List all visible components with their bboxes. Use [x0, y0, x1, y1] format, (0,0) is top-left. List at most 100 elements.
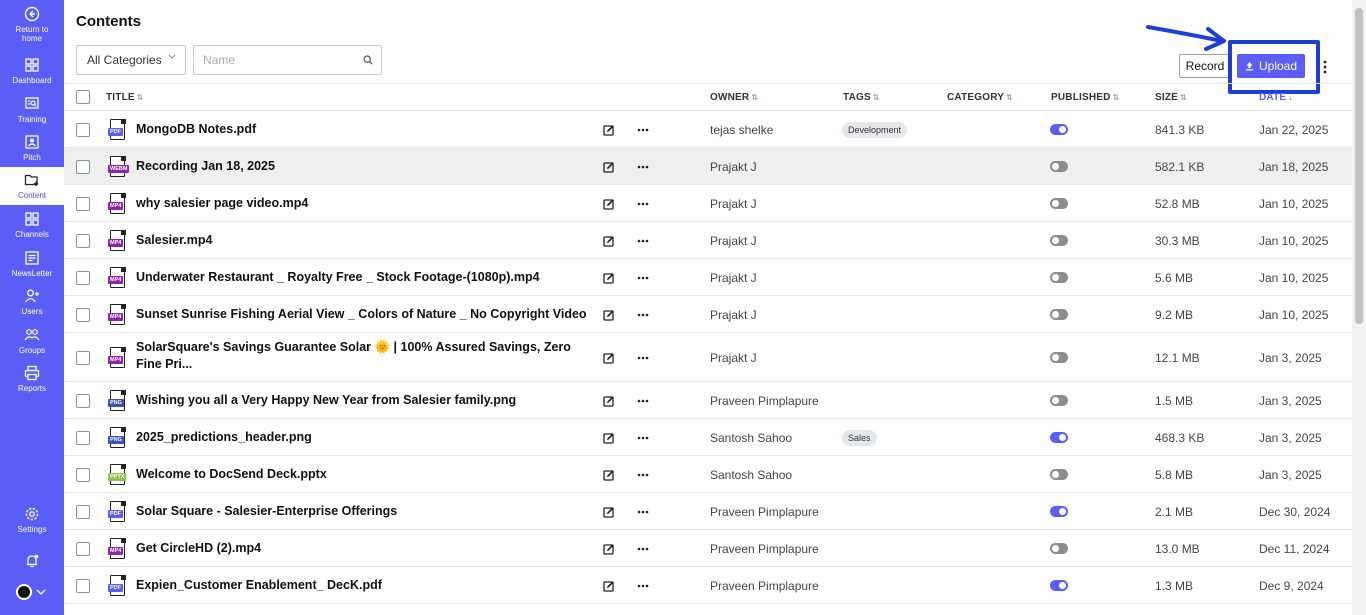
- row-checkbox[interactable]: [76, 393, 90, 408]
- edit-icon[interactable]: [603, 272, 615, 284]
- sidebar-item-dashboard[interactable]: Dashboard: [0, 56, 64, 94]
- file-title-link[interactable]: Salesier.mp4: [136, 232, 586, 249]
- edit-icon[interactable]: [603, 469, 615, 481]
- sidebar-item-reports[interactable]: Reports: [0, 364, 64, 402]
- published-toggle[interactable]: [1050, 506, 1068, 517]
- notifications-button[interactable]: [0, 552, 64, 572]
- sidebar-item-groups[interactable]: Groups: [0, 326, 64, 364]
- published-toggle[interactable]: [1050, 272, 1068, 283]
- sidebar-item-training[interactable]: Training: [0, 95, 64, 133]
- more-horizontal-icon[interactable]: [637, 399, 649, 403]
- file-title-link[interactable]: SolarSquare's Savings Guarantee Solar 🌞 …: [136, 339, 586, 373]
- edit-icon[interactable]: [603, 432, 615, 444]
- published-toggle[interactable]: [1050, 309, 1068, 320]
- column-title[interactable]: TITLE ⇅: [106, 92, 144, 103]
- file-title-link[interactable]: MongoDB Notes.pdf: [136, 121, 586, 138]
- sidebar-item-channels[interactable]: Channels: [0, 210, 64, 248]
- edit-icon[interactable]: [603, 198, 615, 210]
- sidebar-item-settings[interactable]: Settings: [0, 505, 64, 543]
- published-toggle[interactable]: [1050, 395, 1068, 406]
- file-title-link[interactable]: Recording Jan 18, 2025: [136, 158, 586, 175]
- sidebar-item-users[interactable]: Users: [0, 287, 64, 325]
- table-row[interactable]: MP4 Salesier.mp4 Prajakt J 30.3 MB Jan 10, 2…: [64, 222, 1352, 259]
- column-tags[interactable]: TAGS ⇅: [843, 92, 880, 103]
- column-size[interactable]: SIZE ⇅: [1155, 92, 1187, 103]
- file-title-link[interactable]: Get CircleHD (2).mp4: [136, 540, 586, 557]
- more-horizontal-icon[interactable]: [637, 436, 649, 440]
- more-horizontal-icon[interactable]: [637, 547, 649, 551]
- file-title-link[interactable]: Wishing you all a Very Happy New Year fr…: [136, 392, 586, 409]
- file-title-link[interactable]: 2025_predictions_header.png: [136, 429, 586, 446]
- upload-button[interactable]: Upload: [1237, 54, 1305, 78]
- sidebar-item-content[interactable]: Content: [0, 167, 64, 205]
- more-horizontal-icon[interactable]: [637, 165, 649, 169]
- scrollbar[interactable]: [1352, 0, 1366, 615]
- sidebar-item-pitch[interactable]: Pitch: [0, 133, 64, 171]
- edit-icon[interactable]: [603, 395, 615, 407]
- more-horizontal-icon[interactable]: [637, 128, 649, 132]
- search-input[interactable]: [194, 46, 354, 74]
- column-published[interactable]: PUBLISHED ⇅: [1051, 92, 1120, 103]
- sidebar-item-newsletter[interactable]: NewsLetter: [0, 249, 64, 287]
- row-checkbox[interactable]: [76, 159, 90, 174]
- scrollbar-thumb[interactable]: [1355, 8, 1363, 324]
- table-row[interactable]: PPTX Welcome to DocSend Deck.pptx Santosh …: [64, 456, 1352, 493]
- more-horizontal-icon[interactable]: [637, 473, 649, 477]
- published-toggle[interactable]: [1050, 580, 1068, 591]
- file-title-link[interactable]: Sunset Sunrise Fishing Aerial View _ Col…: [136, 306, 586, 323]
- table-row[interactable]: PDF Expien_Customer Enablement_ DecK.pdf P…: [64, 567, 1352, 604]
- table-row[interactable]: MP4 Get CircleHD (2).mp4 Praveen Pimplapur…: [64, 530, 1352, 567]
- user-menu[interactable]: [16, 584, 46, 600]
- sidebar-item-return-home[interactable]: Return to home: [0, 5, 64, 43]
- search-icon[interactable]: [363, 55, 373, 65]
- file-title-link[interactable]: Underwater Restaurant _ Royalty Free _ S…: [136, 269, 586, 286]
- more-horizontal-icon[interactable]: [637, 313, 649, 317]
- edit-icon[interactable]: [603, 235, 615, 247]
- more-horizontal-icon[interactable]: [637, 356, 649, 360]
- more-horizontal-icon[interactable]: [637, 202, 649, 206]
- table-row[interactable]: MP4 why salesier page video.mp4 Prajakt J 5…: [64, 185, 1352, 222]
- table-row[interactable]: PNG Wishing you all a Very Happy New Year…: [64, 382, 1352, 419]
- category-select[interactable]: All Categories: [76, 45, 186, 75]
- published-toggle[interactable]: [1050, 543, 1068, 554]
- table-row[interactable]: PDF Solar Square - Salesier-Enterprise Of…: [64, 493, 1352, 530]
- edit-icon[interactable]: [603, 161, 615, 173]
- more-horizontal-icon[interactable]: [637, 276, 649, 280]
- more-horizontal-icon[interactable]: [637, 239, 649, 243]
- row-checkbox[interactable]: [76, 122, 90, 137]
- table-row[interactable]: MP4 Underwater Restaurant _ Royalty Free …: [64, 259, 1352, 296]
- search-field[interactable]: [193, 45, 382, 75]
- edit-icon[interactable]: [603, 309, 615, 321]
- edit-icon[interactable]: [603, 352, 615, 364]
- table-row[interactable]: PDF MongoDB Notes.pdf tejas shelke Developm…: [64, 111, 1352, 148]
- file-title-link[interactable]: Welcome to DocSend Deck.pptx: [136, 466, 586, 483]
- row-checkbox[interactable]: [76, 430, 90, 445]
- edit-icon[interactable]: [603, 543, 615, 555]
- published-toggle[interactable]: [1050, 124, 1068, 135]
- more-options-icon[interactable]: [1320, 59, 1330, 75]
- edit-icon[interactable]: [603, 506, 615, 518]
- more-horizontal-icon[interactable]: [637, 510, 649, 514]
- row-checkbox[interactable]: [76, 541, 90, 556]
- row-checkbox[interactable]: [76, 307, 90, 322]
- file-title-link[interactable]: Expien_Customer Enablement_ DecK.pdf: [136, 577, 586, 594]
- file-title-link[interactable]: Solar Square - Salesier-Enterprise Offer…: [136, 503, 586, 520]
- table-row[interactable]: WEBM Recording Jan 18, 2025 Prajakt J 582.1…: [64, 148, 1352, 185]
- published-toggle[interactable]: [1050, 161, 1068, 172]
- row-checkbox[interactable]: [76, 233, 90, 248]
- edit-icon[interactable]: [603, 124, 615, 136]
- published-toggle[interactable]: [1050, 469, 1068, 480]
- column-date[interactable]: DATE ↓: [1259, 92, 1292, 103]
- row-checkbox[interactable]: [76, 196, 90, 211]
- published-toggle[interactable]: [1050, 352, 1068, 363]
- column-category[interactable]: CATEGORY ⇅: [947, 92, 1013, 103]
- published-toggle[interactable]: [1050, 432, 1068, 443]
- row-checkbox[interactable]: [76, 504, 90, 519]
- select-all-checkbox[interactable]: [76, 90, 90, 104]
- more-horizontal-icon[interactable]: [637, 584, 649, 588]
- column-owner[interactable]: OWNER ⇅: [710, 92, 758, 103]
- published-toggle[interactable]: [1050, 235, 1068, 246]
- row-checkbox[interactable]: [76, 467, 90, 482]
- row-checkbox[interactable]: [76, 270, 90, 285]
- published-toggle[interactable]: [1050, 198, 1068, 209]
